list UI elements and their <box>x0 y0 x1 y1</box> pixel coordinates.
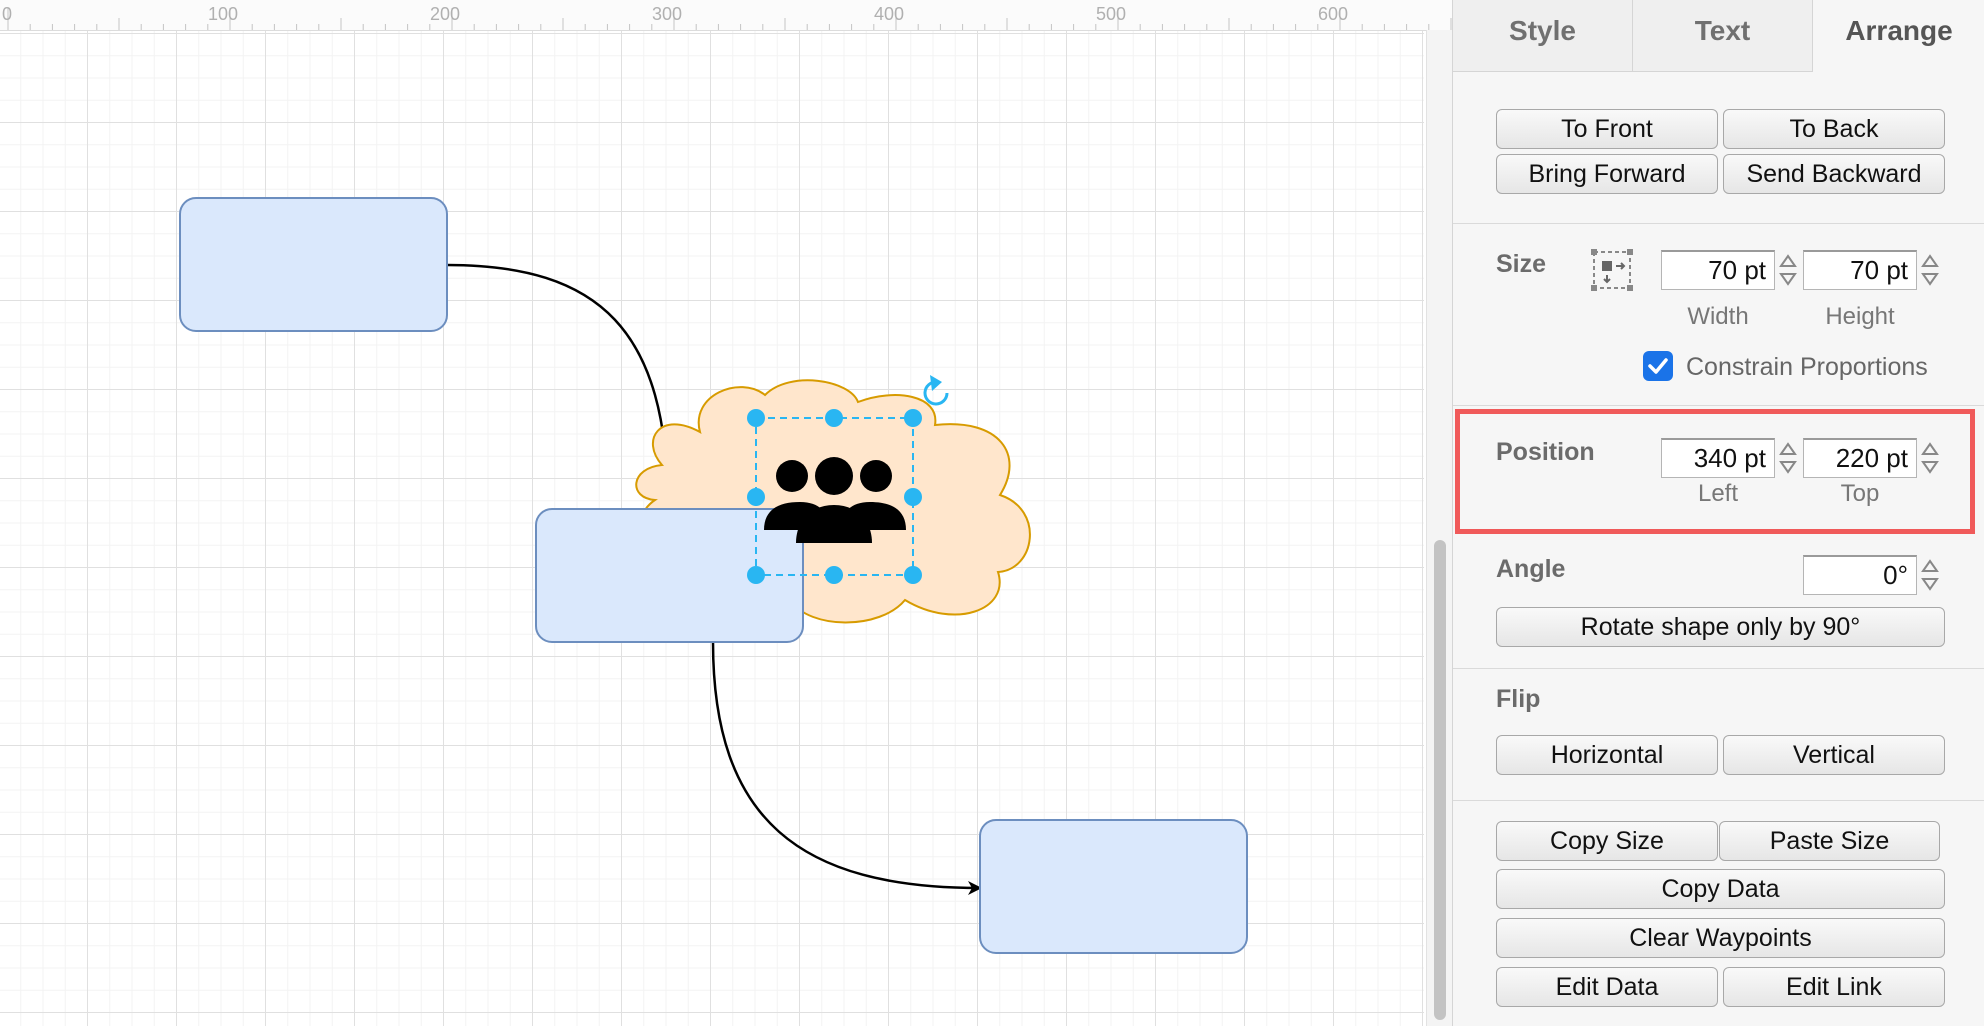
process-box-3[interactable] <box>979 819 1248 954</box>
edit-link-button[interactable]: Edit Link <box>1723 967 1945 1007</box>
connector-2[interactable] <box>711 641 982 895</box>
height-label: Height <box>1825 303 1895 330</box>
flip-vertical-button[interactable]: Vertical <box>1723 735 1945 775</box>
height-stepper[interactable] <box>1919 250 1941 290</box>
divider <box>1453 405 1984 406</box>
diagram-canvas[interactable]: 0 100 200 300 400 500 600 <box>0 0 1452 1026</box>
angle-field[interactable]: 0° <box>1803 555 1917 595</box>
to-back-button[interactable]: To Back <box>1723 109 1945 149</box>
connector-1[interactable] <box>446 263 675 510</box>
size-label: Size <box>1496 250 1547 278</box>
tab-text[interactable]: Text <box>1633 0 1813 72</box>
rotate-handle-icon[interactable] <box>923 375 949 406</box>
bring-forward-button[interactable]: Bring Forward <box>1496 154 1718 194</box>
height-field[interactable]: 70 pt <box>1803 250 1917 290</box>
process-box-1[interactable] <box>179 197 448 332</box>
diagram-layer <box>179 197 1248 954</box>
tab-arrange[interactable]: Arrange <box>1813 0 1984 72</box>
panel-tabs: Style Text Arrange <box>1453 0 1984 72</box>
tab-style[interactable]: Style <box>1453 0 1633 72</box>
send-backward-button[interactable]: Send Backward <box>1723 154 1945 194</box>
angle-label: Angle <box>1496 555 1566 583</box>
rotate-90-button[interactable]: Rotate shape only by 90° <box>1496 607 1945 647</box>
angle-stepper[interactable] <box>1919 555 1941 595</box>
divider <box>1453 668 1984 669</box>
width-field[interactable]: 70 pt <box>1661 250 1775 290</box>
divider <box>1453 800 1984 801</box>
copy-data-button[interactable]: Copy Data <box>1496 869 1945 909</box>
clear-waypoints-button[interactable]: Clear Waypoints <box>1496 918 1945 958</box>
resize-icon[interactable] <box>1590 248 1634 292</box>
width-stepper[interactable] <box>1777 250 1799 290</box>
divider <box>1453 223 1984 224</box>
constrain-proportions-label: Constrain Proportions <box>1686 353 1928 381</box>
copy-size-button[interactable]: Copy Size <box>1496 821 1718 861</box>
flip-horizontal-button[interactable]: Horizontal <box>1496 735 1718 775</box>
constrain-proportions-checkbox[interactable] <box>1643 351 1673 381</box>
edit-data-button[interactable]: Edit Data <box>1496 967 1718 1007</box>
width-label: Width <box>1687 303 1749 330</box>
to-front-button[interactable]: To Front <box>1496 109 1718 149</box>
flip-label: Flip <box>1496 685 1541 713</box>
paste-size-button[interactable]: Paste Size <box>1719 821 1940 861</box>
scrollbar-thumb[interactable] <box>1434 540 1446 1020</box>
position-highlight-box <box>1455 409 1975 534</box>
